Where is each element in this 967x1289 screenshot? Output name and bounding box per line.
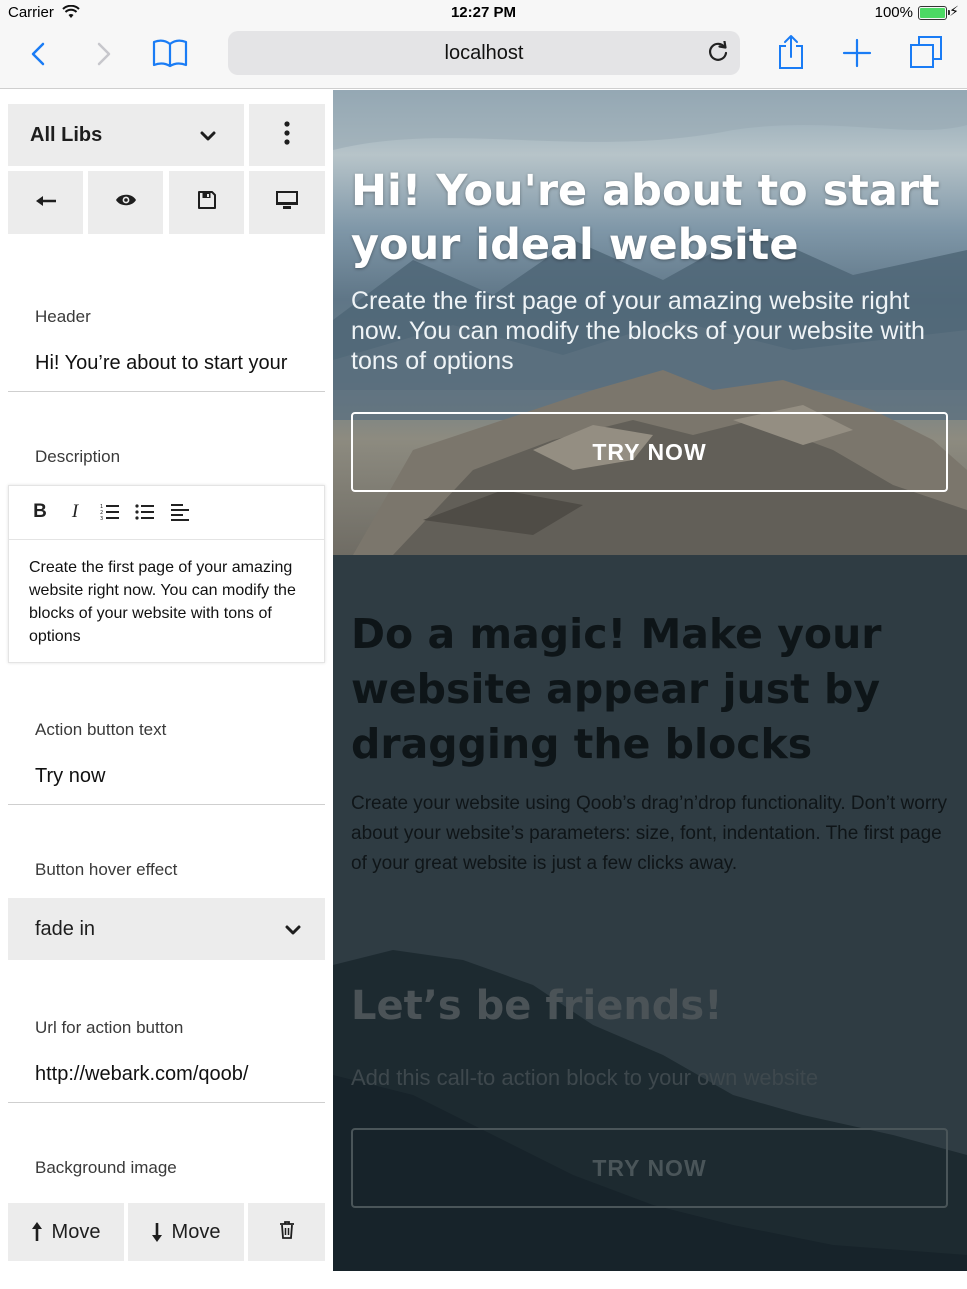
tabs-icon[interactable] [908, 34, 944, 70]
unordered-list-icon[interactable] [134, 501, 156, 523]
friends-description: Add this call-to action block to your ow… [351, 1065, 819, 1090]
svg-text:3: 3 [100, 516, 103, 521]
action-url-input[interactable]: http://webark.com/qoob/ [8, 1055, 325, 1103]
align-left-icon[interactable] [169, 501, 191, 523]
hero-block[interactable]: Hi! You're about to start your ideal web… [333, 90, 967, 555]
delete-block-button[interactable] [248, 1203, 325, 1261]
editor-toolbar: B I 123 [9, 486, 324, 540]
save-button[interactable] [169, 171, 244, 234]
move-down-button[interactable]: Move [128, 1203, 244, 1261]
forward-chevron-icon[interactable] [92, 40, 116, 68]
features-block[interactable]: Do a magic! Make your website appear jus… [333, 555, 967, 1271]
ordered-list-icon[interactable]: 123 [99, 501, 121, 523]
hero-description: Create the first page of your amazing we… [351, 287, 925, 375]
settings-panel: All Libs Header Hi! You’re about to star… [0, 90, 333, 1289]
more-vertical-icon [284, 120, 290, 150]
reload-icon[interactable] [706, 40, 730, 64]
friends-title: Let’s be friends! [351, 983, 723, 1029]
share-icon[interactable] [774, 32, 808, 72]
features-description: Create your website using Qoob’s drag’n’… [351, 793, 947, 874]
move-up-label: Move [51, 1220, 101, 1243]
description-text[interactable]: Create the first page of your amazing we… [9, 540, 324, 648]
move-down-label: Move [171, 1220, 221, 1243]
action-text-label: Action button text [35, 720, 167, 739]
action-url-label: Url for action button [35, 1018, 184, 1037]
trash-icon [279, 1220, 295, 1244]
hover-effect-label: Button hover effect [35, 860, 178, 879]
hero-title: Hi! You're about to start your ideal web… [351, 166, 940, 270]
description-label: Description [35, 447, 121, 466]
device-view-button[interactable] [249, 171, 325, 234]
move-up-button[interactable]: Move [8, 1203, 124, 1261]
save-icon [197, 191, 216, 214]
monitor-icon [275, 190, 299, 215]
address-bar[interactable]: localhost [228, 31, 740, 75]
chevron-down-icon [200, 126, 216, 149]
arrow-up-icon [31, 1222, 42, 1242]
charging-icon: ⚡ [949, 3, 959, 19]
action-text-input[interactable]: Try now [8, 757, 325, 805]
arrow-left-icon [35, 194, 57, 212]
hero-try-now-button[interactable]: TRY NOW [351, 412, 948, 492]
back-button[interactable] [8, 171, 83, 234]
library-select[interactable]: All Libs [8, 104, 244, 166]
description-editor: B I 123 Create the first page of your am… [8, 485, 325, 663]
header-label: Header [35, 307, 91, 326]
page-preview: Hi! You're about to start your ideal web… [333, 90, 967, 1271]
features-title: Do a magic! Make your website appear jus… [351, 610, 882, 768]
bold-icon[interactable]: B [29, 501, 51, 523]
clock: 12:27 PM [450, 4, 517, 21]
chevron-down-icon [285, 920, 301, 943]
hover-effect-value: fade in [35, 917, 96, 940]
browser-toolbar: localhost [0, 26, 967, 89]
header-input[interactable]: Hi! You’re about to start your [8, 344, 325, 392]
battery-icon [918, 6, 950, 20]
hover-effect-select[interactable]: fade in [8, 898, 325, 960]
eye-icon [115, 193, 137, 212]
italic-icon[interactable]: I [64, 501, 86, 523]
status-bar: Carrier 12:27 PM 100% ⚡ [0, 0, 967, 26]
more-menu-button[interactable] [249, 104, 325, 166]
preview-button[interactable] [88, 171, 163, 234]
arrow-down-icon [151, 1222, 162, 1242]
friends-try-now-button[interactable]: TRY NOW [351, 1128, 948, 1208]
library-select-value: All Libs [30, 123, 103, 146]
battery-percentage: 100% [874, 4, 913, 21]
bookmarks-icon[interactable] [150, 36, 190, 70]
url-text: localhost [444, 42, 524, 64]
new-tab-icon[interactable] [840, 36, 874, 70]
background-image-label: Background image [35, 1158, 177, 1177]
back-chevron-icon[interactable] [26, 40, 50, 68]
